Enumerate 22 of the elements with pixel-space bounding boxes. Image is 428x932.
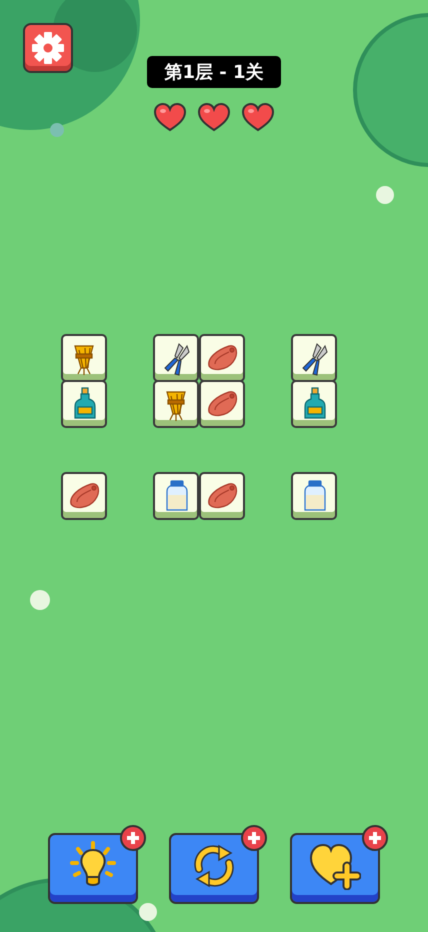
steak-tile[interactable] [61,472,107,520]
extra-life-button[interactable] [290,833,380,904]
heart-plus-icon [309,842,361,890]
wheat-tile[interactable] [61,334,107,382]
plus-badge-icon [362,825,388,851]
pliers-tile[interactable] [153,334,199,382]
pliers-tile[interactable] [291,334,337,382]
wheat-tile[interactable] [153,380,199,428]
hint-button[interactable] [48,833,138,904]
steak-tile[interactable] [199,380,245,428]
steak-tile[interactable] [199,334,245,382]
settings-button[interactable] [23,23,73,73]
milk-tile[interactable] [153,472,199,520]
settings-icon [30,30,66,66]
plus-badge-icon [241,825,267,851]
level-title: 第1层 - 1关 [147,56,281,88]
bottle-tile[interactable] [291,380,337,428]
plus-badge-icon [120,825,146,851]
milk-tile[interactable] [291,472,337,520]
shuffle-button[interactable] [169,833,259,904]
bottle-tile[interactable] [61,380,107,428]
steak-tile[interactable] [199,472,245,520]
